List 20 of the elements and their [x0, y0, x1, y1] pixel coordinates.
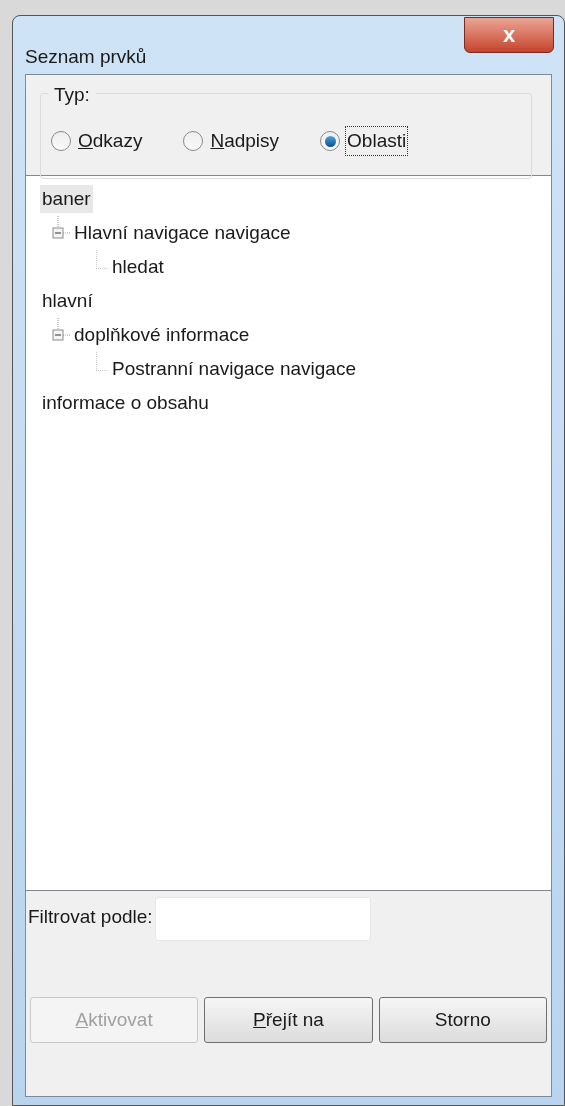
radio-button[interactable] — [51, 131, 71, 151]
tree-item[interactable]: informace o obsahu — [40, 389, 211, 417]
filter-label: Filtrovat podle: — [28, 905, 153, 929]
radio-button[interactable] — [320, 131, 341, 151]
tree-item[interactable]: doplňkové informace — [72, 321, 252, 349]
window-title: Seznam prvků — [25, 45, 147, 69]
radio-option[interactable]: Nadpisy — [183, 126, 281, 156]
tree-item[interactable]: Postranní navigace navigace — [110, 355, 358, 383]
tree-item[interactable]: baner — [40, 185, 93, 213]
tree-item[interactable]: hledat — [110, 253, 166, 281]
tree-connector-icon — [96, 250, 108, 269]
dialog-button[interactable]: Storno — [378, 997, 547, 1043]
filter-field[interactable] — [154, 897, 371, 941]
radio-option[interactable]: Oblasti — [320, 126, 408, 156]
tree-item[interactable]: hlavní — [40, 287, 95, 315]
tree-connector-icon — [96, 352, 108, 371]
radio-button[interactable] — [183, 131, 204, 151]
tree-item[interactable]: Hlavní navigace navigace — [72, 219, 293, 247]
dialog-button[interactable]: Přejít na — [204, 997, 373, 1043]
radio-option[interactable]: Odkazy — [51, 126, 144, 156]
